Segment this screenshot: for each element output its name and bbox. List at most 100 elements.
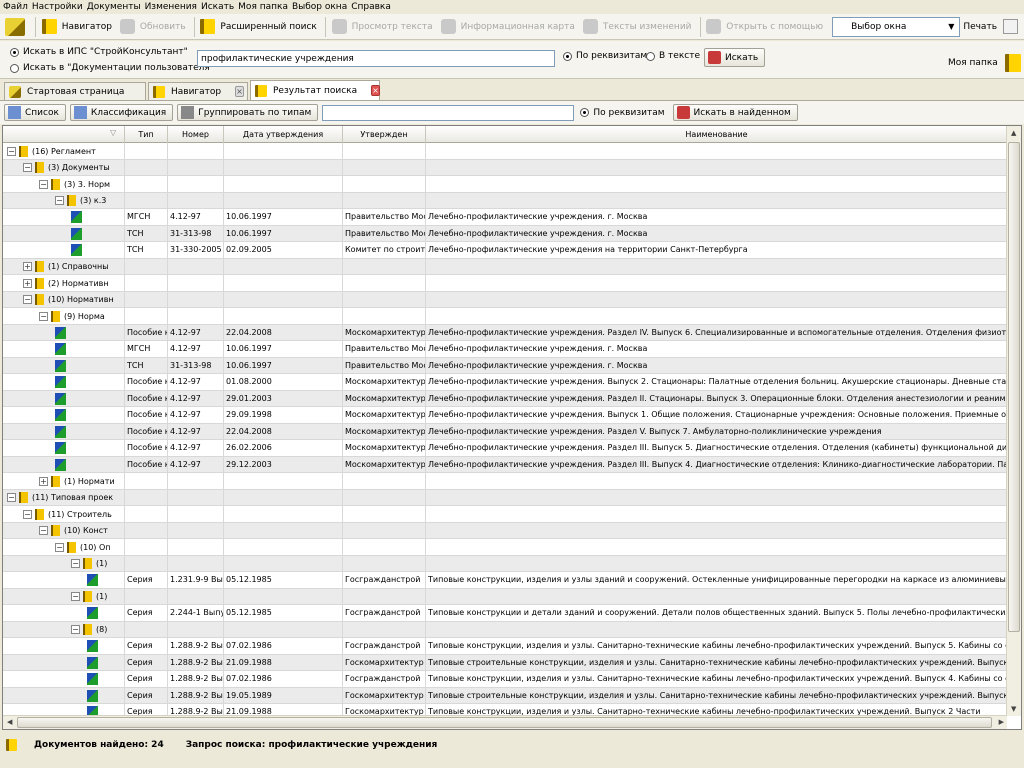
menu-help[interactable]: Справка [350,1,394,14]
collapse-icon[interactable]: − [71,592,80,601]
mode-text-radio[interactable]: В тексте [646,51,700,61]
menu-file[interactable]: Файл [2,1,31,14]
table-row[interactable]: Серия 2.244-1 Выпу 05.12.1985 Госгражданстр… [3,605,1007,622]
table-row[interactable]: Пособие к 4.12-97 22.04.2008 Москомархитект… [3,324,1007,341]
menu-window-select[interactable]: Выбор окна [291,1,350,14]
table-row[interactable]: Серия 1.288.9-2 Вы 07.02.1986 Госгражданстр… [3,638,1007,655]
list-button[interactable]: Список [4,104,66,121]
tab-navigator[interactable]: Навигатор × [148,82,248,100]
menu-my-folder[interactable]: Моя папка [237,1,291,14]
close-icon[interactable]: × [235,86,244,97]
cell-type: МГСН [125,341,168,357]
collapse-icon[interactable]: − [39,526,48,535]
scope-ips-radio[interactable]: Искать в ИПС "СтройКонсультант" [10,47,188,57]
expand-icon[interactable]: + [23,278,32,288]
table-row[interactable]: ТСН 31-313-98 10.06.1997 Правительство Мос Л… [3,225,1007,242]
table-row[interactable]: Серия 1.288.9-2 Вы 07.02.1986 Госгражданстр… [3,671,1007,688]
collapse-icon[interactable]: − [39,179,48,189]
tree-group-row[interactable]: − (10) Нормативн [3,291,1007,308]
vertical-scroll-thumb[interactable] [1008,142,1020,632]
menu-settings[interactable]: Настройки [31,1,86,14]
table-row[interactable]: Пособие к 4.12-97 22.04.2008 Москомархитект… [3,423,1007,440]
tree-group-row[interactable]: − (3) Документы [3,159,1007,176]
collapse-icon[interactable]: − [71,625,80,634]
collapse-icon[interactable]: − [7,146,16,156]
tab-start-page[interactable]: Стартовая страница [4,82,146,100]
filter-input[interactable] [322,104,575,121]
tree-group-row[interactable]: − (16) Регламент [3,143,1007,160]
search-in-found-button[interactable]: Искать в найденном [672,104,798,121]
scope-user-radio[interactable]: Искать в "Документации пользователя" [10,63,214,73]
search-input[interactable] [197,50,555,67]
table-row[interactable]: Пособие к 4.12-97 29.12.2003 Москомархитект… [3,456,1007,473]
collapse-icon[interactable]: − [23,509,32,519]
tree-group-row[interactable]: − (1) [3,555,1007,572]
tab-search-result[interactable]: Результат поиска × [250,80,380,100]
menu-search[interactable]: Искать [200,1,237,14]
collapse-icon[interactable]: − [23,163,32,172]
header-tree[interactable]: ▽ [3,126,125,143]
table-row[interactable]: МГСН 4.12-97 10.06.1997 Правительство Мос Ле… [3,209,1007,226]
refresh-button[interactable]: Обновить [117,16,191,38]
window-select-dropdown[interactable]: Выбор окна ▼ [832,16,961,37]
collapse-icon[interactable]: − [7,493,16,502]
print-button[interactable]: Печать [960,16,1024,38]
scroll-right-icon[interactable]: ▶ [999,718,1004,726]
tree-group-row[interactable]: − (11) Строитель [3,506,1007,523]
tree-group-row[interactable]: − (1) [3,588,1007,605]
menu-documents[interactable]: Документы [86,1,144,14]
mode-attrs-radio[interactable]: По реквизитам [563,51,647,61]
header-number[interactable]: Номер [168,126,224,143]
tree-group-row[interactable]: − (10) Конст [3,522,1007,539]
horizontal-scrollbar[interactable]: ◀ ▶ [3,715,1007,729]
tree-group-row[interactable]: − (9) Норма [3,308,1007,325]
tree-group-row[interactable]: − (8) [3,621,1007,638]
navigator-button[interactable]: Навигатор [39,16,117,38]
table-row[interactable]: Пособие к 4.12-97 29.01.2003 Москомархитект… [3,390,1007,407]
tree-group-row[interactable]: + (1) Справочны [3,258,1007,275]
open-with-button[interactable]: Открыть с помощью [703,16,828,38]
header-date[interactable]: Дата утверждения [224,126,343,143]
collapse-icon[interactable]: − [55,542,64,552]
table-row[interactable]: Пособие к 4.12-97 01.08.2000 Москомархитект… [3,374,1007,391]
tree-group-row[interactable]: − (11) Типовая проек [3,489,1007,506]
table-row[interactable]: МГСН 4.12-97 10.06.1997 Правительство Мос Ле… [3,341,1007,358]
tree-group-row[interactable]: − (3) 3. Норм [3,176,1007,193]
menu-changes[interactable]: Изменения [144,1,200,14]
close-icon[interactable]: × [371,85,380,96]
tree-group-row[interactable]: − (3) к.3 [3,192,1007,209]
tree-group-row[interactable]: − (10) Оп [3,539,1007,556]
header-type[interactable]: Тип [125,126,168,143]
header-name[interactable]: Наименование [426,126,1007,143]
table-row[interactable]: Серия 1.231.9-9 Вып 05.12.1985 Госгражданст… [3,572,1007,589]
group-by-type-button[interactable]: Группировать по типам [177,104,319,121]
collapse-icon[interactable]: − [39,311,48,321]
table-row[interactable]: ТСН 31-330-2005 02.09.2005 Комитет по строи… [3,242,1007,259]
scroll-down-icon[interactable]: ▼ [1011,705,1016,713]
horizontal-scroll-thumb[interactable] [17,717,992,728]
collapse-icon[interactable]: − [23,295,32,304]
table-row[interactable]: Серия 1.288.9-2 Вы 19.05.1989 Госкомархитек… [3,687,1007,704]
collapse-icon[interactable]: − [55,196,64,205]
classification-button[interactable]: Классификация [69,104,174,121]
tree-group-row[interactable]: + (2) Нормативн [3,275,1007,292]
view-text-button[interactable]: Просмотр текста [329,16,438,38]
change-texts-button[interactable]: Тексты изменений [580,16,697,38]
vertical-scrollbar[interactable]: ▲ ▼ [1006,126,1021,716]
advanced-search-button[interactable]: Расширенный поиск [197,16,321,38]
by-attrs-radio[interactable]: По реквизитам [580,108,665,118]
info-card-button[interactable]: Информационная карта [438,16,580,38]
expand-icon[interactable]: + [39,476,48,486]
expand-icon[interactable]: + [23,262,32,271]
table-row[interactable]: Пособие к 4.12-97 29.09.1998 Москомархитект… [3,407,1007,424]
table-row[interactable]: Пособие к 4.12-97 26.02.2006 Москомархитект… [3,440,1007,457]
scroll-left-icon[interactable]: ◀ [7,718,12,726]
my-folder-button[interactable]: Моя папка [948,54,1024,72]
collapse-icon[interactable]: − [71,559,80,568]
table-row[interactable]: Серия 1.288.9-2 Вы 21.09.1988 Госкомархитек… [3,654,1007,671]
search-button[interactable]: Искать [704,48,766,67]
header-approved[interactable]: Утвержден [343,126,426,143]
table-row[interactable]: ТСН 31-313-98 10.06.1997 Правительство Мос Л… [3,357,1007,374]
tree-group-row[interactable]: + (1) Нормати [3,473,1007,490]
scroll-up-icon[interactable]: ▲ [1011,129,1016,137]
